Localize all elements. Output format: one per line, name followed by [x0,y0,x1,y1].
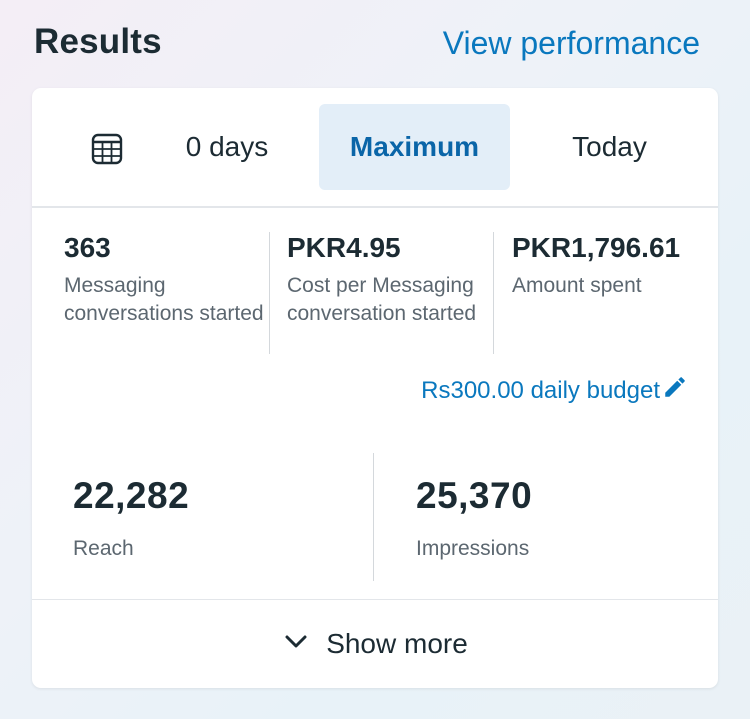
metric-amount-spent: PKR1,796.61 Amount spent [512,232,718,300]
date-range-tabs: 0 days Maximum Today [32,88,718,208]
metric-value: PKR1,796.61 [512,232,681,263]
stat-label: Impressions [416,537,530,560]
results-header: Results View performance [0,0,750,88]
metrics-row: 363 Messaging conversations started PKR4… [32,210,718,360]
view-performance-link[interactable]: View performance [443,25,700,62]
stat-value: 25,370 [416,475,533,516]
show-more-button[interactable]: Show more [32,599,718,688]
daily-budget-link[interactable]: Rs300.00 daily budget [421,374,688,407]
metric-label: Amount spent [512,274,642,297]
results-card: 0 days Maximum Today 363 Messaging conve… [32,88,718,688]
tab-maximum[interactable]: Maximum [319,104,510,190]
calendar-icon[interactable] [90,132,124,166]
divider [493,232,494,354]
page-title: Results [34,22,162,61]
stat-label: Reach [73,537,134,560]
stat-value: 22,282 [73,475,190,516]
show-more-label: Show more [326,628,468,659]
metric-value: 363 [64,232,111,263]
stat-impressions: 25,370 Impressions [416,475,532,561]
metric-cost-per-conversation: PKR4.95 Cost per Messaging conversation … [287,232,507,328]
divider [269,232,270,354]
tab-0-days[interactable]: 0 days [152,104,302,190]
daily-budget-label: Rs300.00 daily budget [421,376,660,404]
reach-impressions-row: 22,282 Reach 25,370 Impressions [32,453,718,603]
metric-value: PKR4.95 [287,232,401,263]
chevron-down-icon [282,627,310,662]
metric-label: Cost per Messaging conversation started [287,274,477,325]
metric-conversations: 363 Messaging conversations started [64,232,284,328]
metric-label: Messaging conversations started [64,274,264,325]
stat-reach: 22,282 Reach [73,475,189,561]
pencil-icon [662,374,688,407]
divider [373,453,374,581]
tab-today[interactable]: Today [527,104,692,190]
